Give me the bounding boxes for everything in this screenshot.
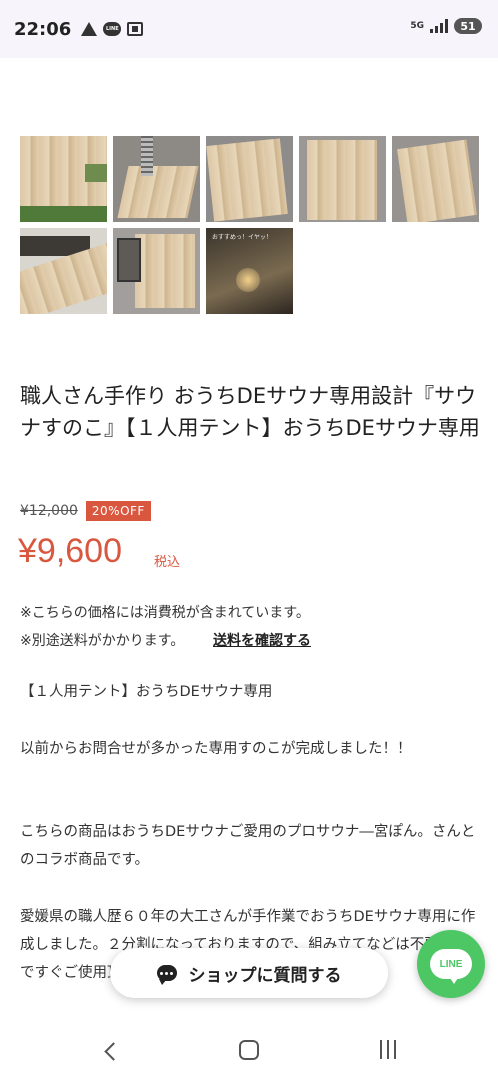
- product-thumbnail-7[interactable]: [113, 228, 200, 314]
- discount-badge: 20%OFF: [85, 501, 151, 521]
- product-thumbnail-3[interactable]: [206, 136, 293, 222]
- description-paragraph-3: こちらの商品はおうちDEサウナご愛用のプロサウナ―宮ぽん。さんとのコラボ商品です…: [20, 824, 476, 868]
- status-right: 5G 51: [410, 18, 482, 34]
- signal-icon: [430, 19, 448, 33]
- thumbnail-caption: おすすめっ！イヤッ！: [212, 234, 272, 241]
- line-button[interactable]: LINE: [417, 930, 485, 998]
- original-price: ¥12,000: [20, 503, 78, 519]
- screenshot-icon: [127, 22, 144, 36]
- line-label: LINE: [439, 958, 463, 970]
- description-paragraph-1: 【１人用テント】おうちDEサウナ専用: [20, 684, 273, 700]
- product-thumbnail-6[interactable]: [20, 228, 107, 314]
- sale-price: ¥9,600: [18, 532, 122, 570]
- warning-icon: [81, 22, 98, 36]
- product-thumbnail-2[interactable]: [113, 136, 200, 222]
- chat-bubble-icon: [156, 965, 177, 985]
- home-icon[interactable]: [239, 1040, 259, 1060]
- battery-icon: 51: [454, 18, 482, 34]
- product-thumbnail-8[interactable]: おすすめっ！イヤッ！: [206, 228, 293, 314]
- product-thumbnail-4[interactable]: [299, 136, 386, 222]
- price-row: ¥12,000 20%OFF: [20, 501, 151, 521]
- check-shipping-link[interactable]: 送料を確認する: [213, 630, 311, 650]
- line-icon: LINE: [430, 949, 472, 984]
- product-thumbnail-5[interactable]: [392, 136, 479, 222]
- shipping-note: ※別途送料がかかります。: [20, 633, 185, 649]
- line-notification-icon: LINE: [103, 22, 122, 36]
- network-type: 5G: [410, 21, 424, 31]
- status-time: 22:06: [14, 18, 72, 40]
- ask-shop-label: ショップに質問する: [188, 965, 342, 986]
- product-thumbnail-1[interactable]: [20, 136, 107, 222]
- product-title: 職人さん手作り おうちDEサウナ専用設計『サウナすのこ』【１人用テント】おうちD…: [20, 384, 480, 440]
- recent-apps-icon[interactable]: [380, 1040, 396, 1059]
- system-nav-bar: [0, 1020, 498, 1080]
- tax-included-label: 税込: [154, 555, 181, 570]
- back-icon[interactable]: [102, 1040, 118, 1062]
- ask-shop-button[interactable]: ショップに質問する: [110, 948, 388, 998]
- description-paragraph-2: 以前からお問合せが多かった専用すのこが完成しました！！: [20, 741, 412, 757]
- status-bar: 22:06 LINE 5G 51: [0, 0, 498, 58]
- tax-note: ※こちらの価格には消費税が含まれています。: [20, 605, 310, 621]
